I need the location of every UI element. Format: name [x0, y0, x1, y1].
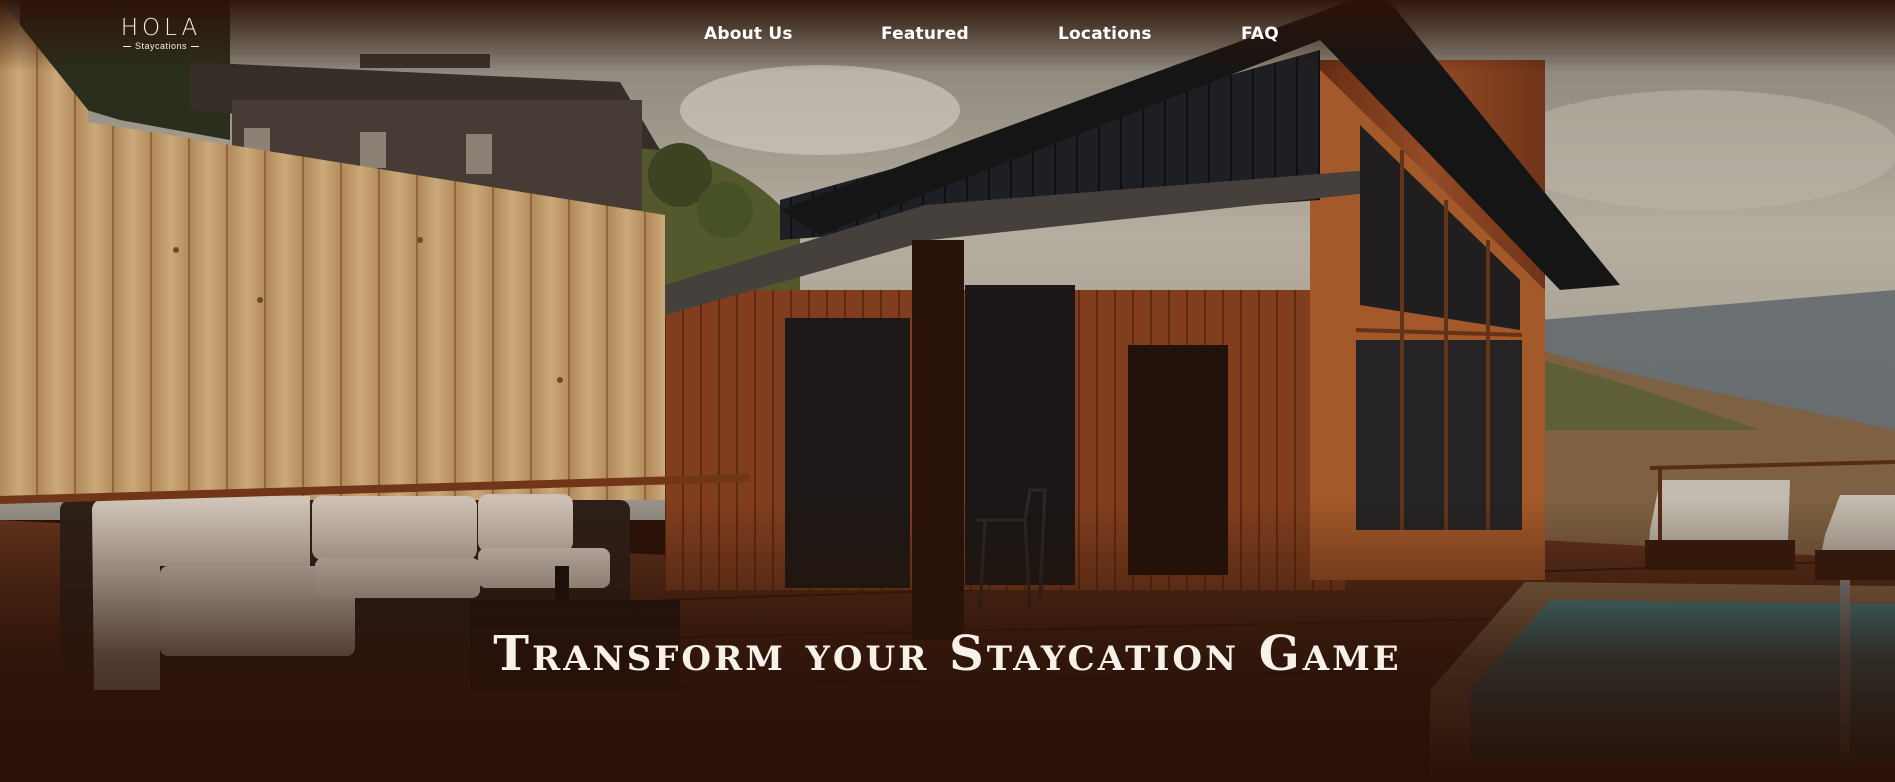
tagline-left-dash [122, 46, 131, 47]
nav-link-locations[interactable]: Locations [1058, 24, 1152, 44]
nav-link-about-us[interactable]: About Us [704, 24, 793, 44]
tagline-right-dash [191, 46, 200, 47]
main-nav: About Us Featured Locations FAQ [0, 24, 1895, 46]
hero-headline: Transform your Staycation Game [493, 626, 1402, 682]
hero-section: HOLA Staycations About Us Featured Locat… [0, 0, 1895, 782]
nav-link-faq[interactable]: FAQ [1241, 24, 1279, 44]
nav-link-featured[interactable]: Featured [881, 24, 969, 44]
